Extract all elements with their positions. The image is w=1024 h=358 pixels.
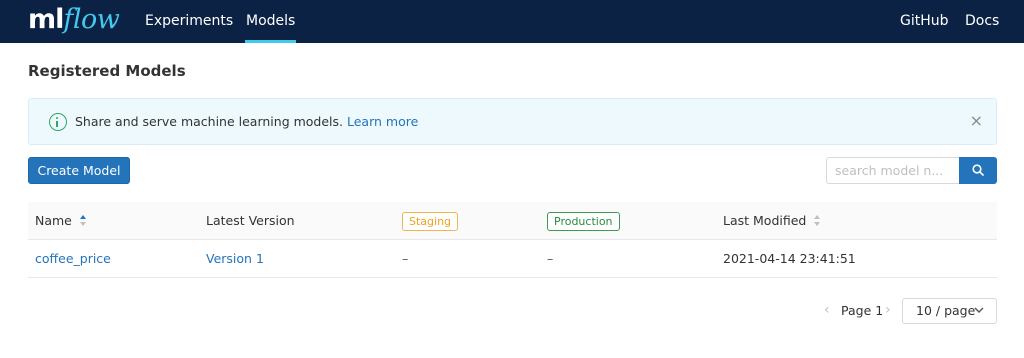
search-input[interactable]	[826, 157, 960, 184]
nav-models[interactable]: Models	[244, 13, 297, 43]
model-name-link[interactable]: coffee_price	[35, 240, 111, 278]
nav-docs[interactable]: Docs	[965, 13, 999, 29]
info-circle-icon	[49, 113, 67, 131]
column-header-production: Production	[547, 202, 620, 240]
staging-value: –	[402, 251, 409, 266]
table-row: coffee_price Version 1 – – 2021-04-14 23…	[28, 240, 997, 278]
production-tag: Production	[547, 212, 620, 231]
column-header-name[interactable]: Name	[35, 202, 87, 240]
page-size-select[interactable]: 10 / page	[902, 298, 997, 324]
top-nav: ml flow Experiments Models GitHub Docs	[0, 0, 1024, 43]
page-title: Registered Models	[28, 62, 186, 80]
close-icon[interactable]: ×	[970, 111, 983, 130]
column-header-staging: Staging	[402, 202, 459, 240]
prev-page-icon[interactable]: ‹	[824, 302, 830, 318]
staging-tag: Staging	[402, 212, 459, 231]
latest-version-link[interactable]: Version 1	[206, 240, 264, 278]
logo-ml-text: ml	[28, 4, 64, 35]
nav-experiments[interactable]: Experiments	[145, 13, 233, 29]
learn-more-link[interactable]: Learn more	[347, 114, 418, 129]
column-header-last-modified-label: Last Modified	[723, 213, 807, 228]
last-modified-value: 2021-04-14 23:41:51	[723, 251, 856, 266]
page-indicator: Page 1	[841, 303, 884, 318]
column-header-latest-version: Latest Version	[206, 213, 295, 228]
chevron-down-icon	[974, 307, 984, 313]
logo-flow-text: flow	[63, 4, 120, 35]
page-size-value: 10 / page	[916, 303, 976, 318]
info-banner: Share and serve machine learning models.…	[28, 98, 997, 145]
banner-text: Share and serve machine learning models.	[75, 114, 344, 129]
banner-message: Share and serve machine learning models.…	[75, 114, 418, 129]
models-table: Name Latest Version Staging Production L…	[28, 202, 997, 278]
mlflow-logo[interactable]: ml flow	[28, 4, 120, 38]
table-header: Name Latest Version Staging Production L…	[28, 202, 997, 240]
column-header-last-modified[interactable]: Last Modified	[723, 202, 821, 240]
create-model-button[interactable]: Create Model	[28, 157, 130, 184]
sort-asc-icon[interactable]	[79, 215, 87, 226]
column-header-name-label: Name	[35, 213, 72, 228]
nav-github[interactable]: GitHub	[900, 13, 949, 29]
sort-icon[interactable]	[814, 215, 821, 226]
search-button[interactable]	[959, 157, 997, 184]
production-value: –	[547, 251, 554, 266]
next-page-icon[interactable]: ›	[885, 302, 891, 318]
search-icon	[972, 164, 984, 176]
